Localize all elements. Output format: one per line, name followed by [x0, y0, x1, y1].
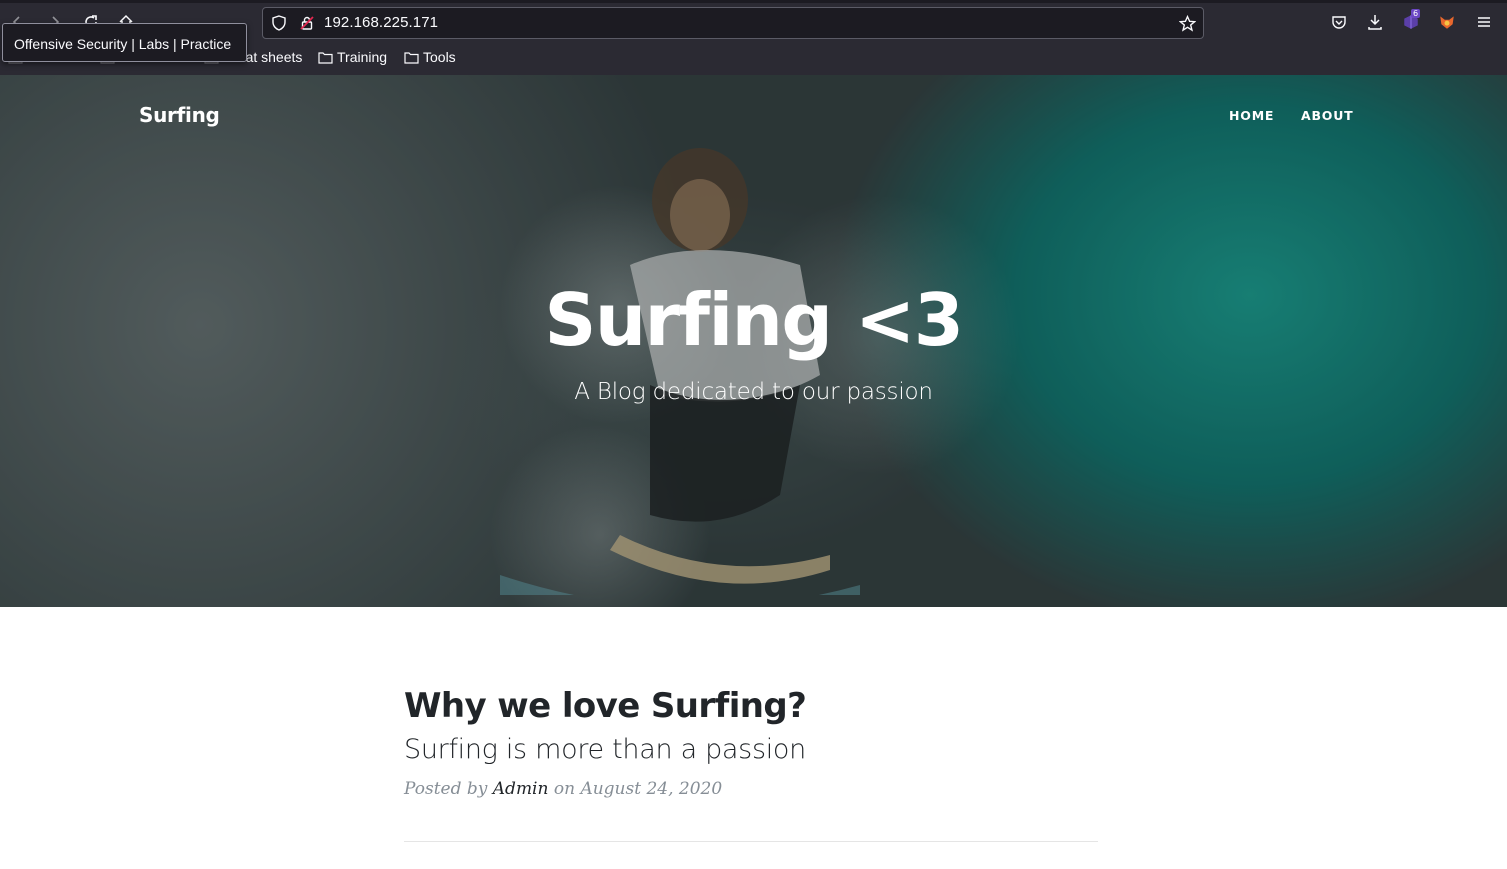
- folder-icon: [318, 51, 333, 64]
- shield-icon[interactable]: [271, 15, 287, 31]
- post-divider: [404, 841, 1098, 842]
- post-meta-prefix: Posted by: [404, 779, 493, 799]
- bookmark-training[interactable]: Training: [318, 49, 387, 65]
- site-brand-link[interactable]: Surfing: [139, 103, 220, 127]
- tab-tooltip: Offensive Security | Labs | Practice: [2, 23, 247, 62]
- foxyproxy-button[interactable]: [1437, 12, 1457, 32]
- fox-icon: [1440, 16, 1454, 29]
- post-author-link[interactable]: Admin: [493, 779, 549, 799]
- menu-button[interactable]: [1474, 12, 1494, 32]
- folder-icon: [404, 51, 419, 64]
- extension-badge: 6: [1411, 9, 1421, 18]
- bookmark-label: Tools: [423, 49, 456, 65]
- nav-home-link[interactable]: HOME: [1229, 108, 1274, 123]
- pocket-button[interactable]: [1329, 12, 1349, 32]
- hero-subtitle: A Blog dedicated to our passion: [574, 379, 933, 405]
- hamburger-icon: [1478, 17, 1490, 27]
- address-bar[interactable]: 192.168.225.171: [262, 7, 1204, 39]
- browser-toolbar: 192.168.225.171 6 Kali Docs References c…: [0, 0, 1507, 75]
- downloads-button[interactable]: [1365, 12, 1385, 32]
- url-text[interactable]: 192.168.225.171: [324, 14, 438, 31]
- bookmark-label: Training: [337, 49, 388, 65]
- pocket-icon: [1332, 16, 1346, 29]
- post-subtitle[interactable]: Surfing is more than a passion: [404, 734, 1098, 765]
- post-date: August 24, 2020: [580, 779, 723, 799]
- post-title-link[interactable]: Why we love Surfing?: [404, 686, 1098, 726]
- download-icon: [1368, 15, 1382, 30]
- tab-strip-edge: [0, 0, 1507, 3]
- hero-title: Surfing <3: [544, 278, 964, 362]
- bookmark-star-icon[interactable]: [1179, 15, 1196, 32]
- post-meta: Posted by Admin on August 24, 2020: [404, 779, 1098, 799]
- bookmark-tools[interactable]: Tools: [404, 49, 456, 65]
- nav-about-link[interactable]: ABOUT: [1301, 108, 1354, 123]
- post-preview: Why we love Surfing? Surfing is more tha…: [404, 686, 1098, 799]
- post-meta-on: on: [548, 779, 581, 799]
- insecure-lock-icon[interactable]: [299, 15, 315, 31]
